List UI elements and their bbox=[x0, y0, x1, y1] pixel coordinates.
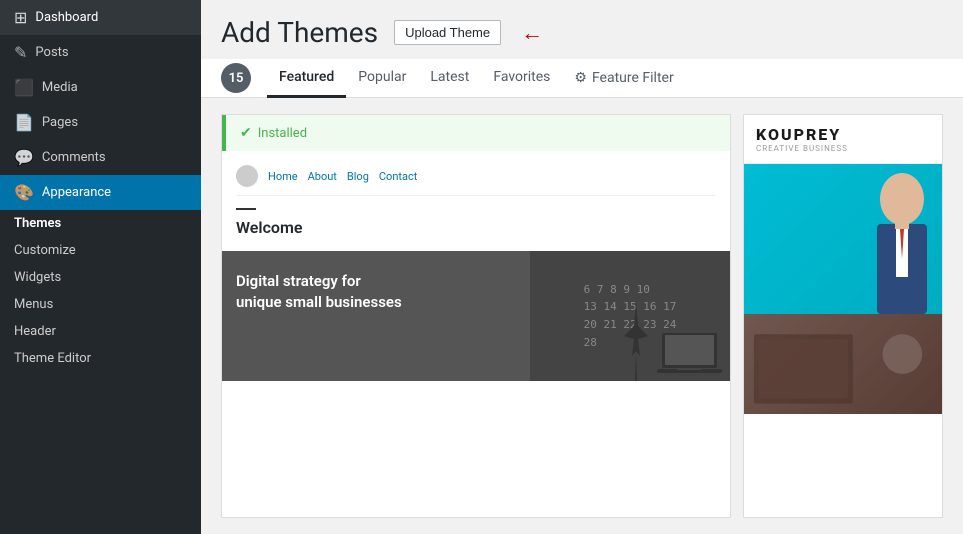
laptop-icon bbox=[657, 331, 722, 376]
sidebar-label-pages: Pages bbox=[42, 115, 78, 130]
sidebar-item-pages[interactable]: 📄 Pages bbox=[0, 105, 201, 140]
arrow-indicator: ← bbox=[521, 20, 543, 46]
theme-logo bbox=[236, 165, 258, 187]
sidebar-item-media[interactable]: ⬛ Media bbox=[0, 70, 201, 105]
sidebar-label-appearance: Appearance bbox=[42, 185, 111, 200]
person-image bbox=[744, 164, 942, 314]
kouprey-sub: CREATIVE BUSINESS bbox=[756, 144, 848, 153]
gear-icon: ⚙ bbox=[574, 70, 587, 86]
theme-count-badge: 15 bbox=[221, 63, 251, 93]
welcome-divider bbox=[236, 208, 256, 210]
sidebar-label-comments: Comments bbox=[42, 150, 106, 165]
tab-popular[interactable]: Popular bbox=[346, 59, 418, 98]
tab-featured[interactable]: Featured bbox=[267, 59, 346, 98]
widgets-label: Widgets bbox=[14, 270, 61, 285]
tab-favorites[interactable]: Favorites bbox=[481, 59, 562, 98]
header-label: Header bbox=[14, 324, 56, 339]
content-area: ✔ Installed Home About Blog Contact Welc… bbox=[201, 98, 963, 534]
tab-latest-label: Latest bbox=[430, 69, 469, 85]
theme-card-kouprey[interactable]: KOUPREY CREATIVE BUSINESS bbox=[743, 114, 943, 518]
installed-label: Installed bbox=[258, 126, 307, 141]
menus-label: Menus bbox=[14, 297, 53, 312]
theme-editor-label: Theme Editor bbox=[14, 351, 91, 366]
dashboard-icon: ⊞ bbox=[14, 8, 27, 27]
sidebar-item-posts[interactable]: ✎ Posts bbox=[0, 35, 201, 70]
sidebar-label-dashboard: Dashboard bbox=[35, 10, 98, 25]
customize-label: Customize bbox=[14, 243, 76, 258]
upload-theme-button[interactable]: Upload Theme bbox=[394, 20, 501, 45]
sidebar-label-media: Media bbox=[42, 80, 78, 95]
pages-icon: 📄 bbox=[14, 113, 34, 132]
theme-nav: Home About Blog Contact bbox=[236, 165, 716, 196]
sidebar-subitem-widgets[interactable]: Widgets bbox=[0, 264, 201, 291]
tab-featured-label: Featured bbox=[279, 69, 334, 85]
sidebar-item-dashboard[interactable]: ⊞ Dashboard bbox=[0, 0, 201, 35]
tab-feature-filter[interactable]: ⚙ Feature Filter bbox=[562, 60, 685, 96]
sidebar-subitem-header[interactable]: Header bbox=[0, 318, 201, 345]
theme-dark-text: Digital strategy forunique small busines… bbox=[236, 271, 716, 313]
red-arrow-icon: ← bbox=[521, 20, 543, 46]
media-icon: ⬛ bbox=[14, 78, 34, 97]
kouprey-bottom-image bbox=[744, 314, 942, 414]
tabs-area: 15 Featured Popular Latest Favorites ⚙ F… bbox=[201, 59, 963, 98]
header-area: Add Themes Upload Theme ← bbox=[201, 0, 963, 49]
bottom-overlay bbox=[744, 314, 942, 414]
tab-popular-label: Popular bbox=[358, 69, 406, 85]
tab-latest[interactable]: Latest bbox=[418, 59, 481, 98]
sidebar-item-appearance[interactable]: 🎨 Appearance bbox=[0, 175, 201, 210]
kouprey-image-area bbox=[744, 164, 942, 517]
sidebar-label-posts: Posts bbox=[35, 45, 68, 60]
theme-top-section: Home About Blog Contact Welcome bbox=[222, 151, 730, 251]
main-content: Add Themes Upload Theme ← 15 Featured Po… bbox=[201, 0, 963, 534]
sidebar-subitem-themes[interactable]: Themes bbox=[0, 210, 201, 237]
sidebar-subitem-menus[interactable]: Menus bbox=[0, 291, 201, 318]
kouprey-logo: KOUPREY bbox=[756, 125, 848, 144]
tab-favorites-label: Favorites bbox=[493, 69, 550, 85]
comments-icon: 💬 bbox=[14, 148, 34, 167]
appearance-icon: 🎨 bbox=[14, 183, 34, 202]
posts-icon: ✎ bbox=[14, 43, 27, 62]
tab-feature-filter-label: Feature Filter bbox=[592, 70, 674, 86]
sidebar-subitem-customize[interactable]: Customize bbox=[0, 237, 201, 264]
theme-card-installed[interactable]: ✔ Installed Home About Blog Contact Welc… bbox=[221, 114, 731, 518]
person-svg bbox=[852, 169, 932, 314]
plant-icon bbox=[622, 301, 650, 381]
page-title: Add Themes bbox=[221, 16, 378, 49]
theme-nav-links: Home About Blog Contact bbox=[268, 170, 417, 183]
kouprey-header: KOUPREY CREATIVE BUSINESS bbox=[744, 115, 942, 164]
sidebar-subitem-theme-editor[interactable]: Theme Editor bbox=[0, 345, 201, 372]
sidebar-item-comments[interactable]: 💬 Comments bbox=[0, 140, 201, 175]
checkmark-icon: ✔ bbox=[240, 125, 252, 141]
themes-label: Themes bbox=[14, 216, 61, 231]
theme-dark-section: Digital strategy forunique small busines… bbox=[222, 251, 730, 381]
installed-banner: ✔ Installed bbox=[222, 115, 730, 151]
sidebar: ⊞ Dashboard ✎ Posts ⬛ Media 📄 Pages 💬 Co… bbox=[0, 0, 201, 534]
welcome-text: Welcome bbox=[236, 218, 716, 237]
kouprey-branding: KOUPREY CREATIVE BUSINESS bbox=[756, 125, 848, 153]
